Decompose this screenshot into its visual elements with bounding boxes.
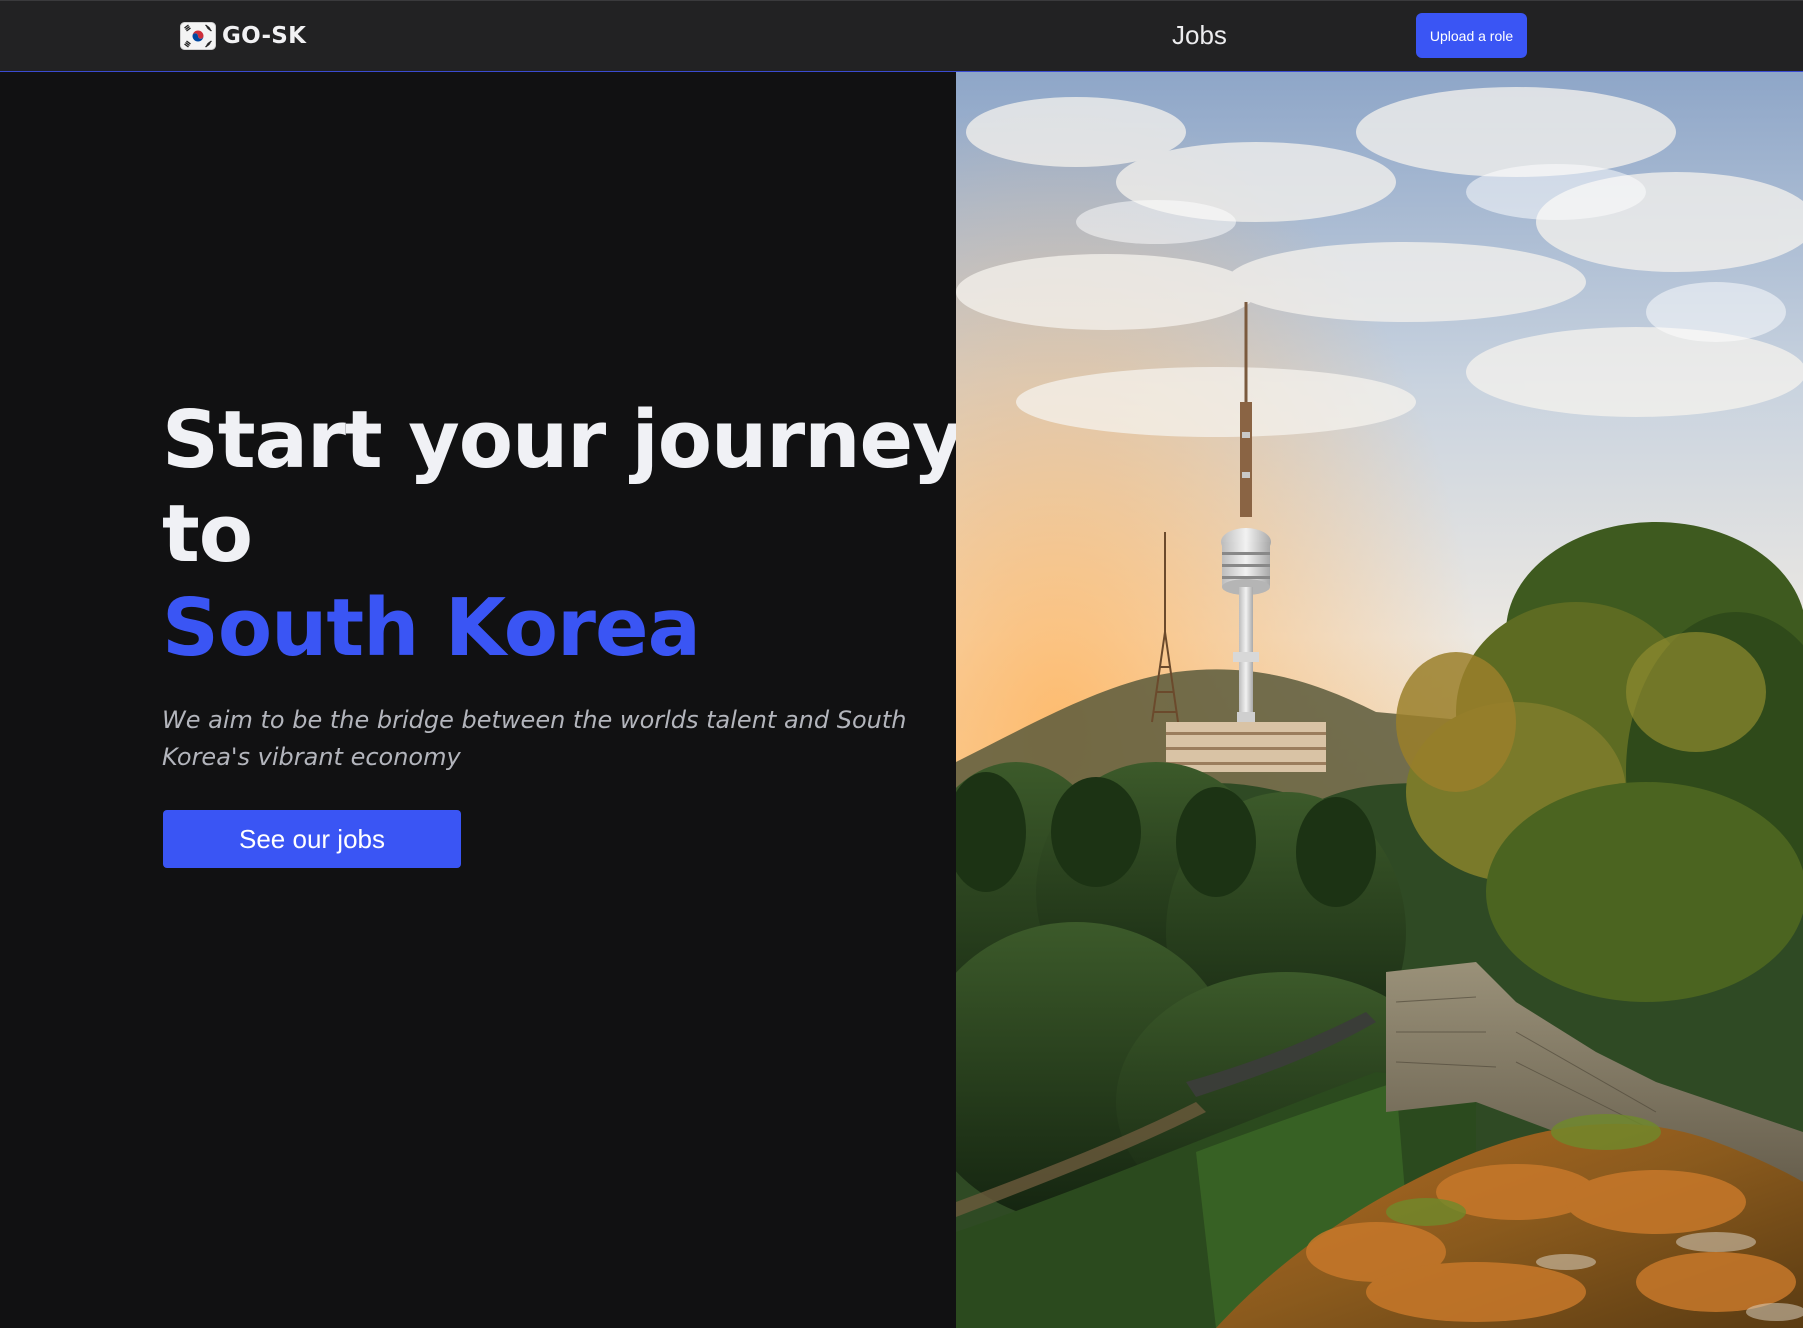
hero-headline: Start your journey to South Korea — [162, 393, 964, 675]
brand-logo-link[interactable]: GO-SK — [180, 21, 306, 51]
hero-photo-seoul-tower — [956, 72, 1803, 1328]
brand-name: GO-SK — [222, 23, 307, 49]
nav-link-jobs[interactable]: Jobs — [1172, 20, 1227, 51]
top-navigation-bar: GO-SK Jobs Upload a role — [0, 0, 1803, 72]
headline-accent: South Korea — [162, 582, 701, 674]
upload-role-button[interactable]: Upload a role — [1416, 13, 1527, 58]
hero-text-section — [0, 73, 956, 1328]
see-jobs-button[interactable]: See our jobs — [163, 810, 461, 868]
landing-page: GO-SK Jobs Upload a role Start your jour… — [0, 0, 1803, 1328]
headline-line-1: Start your journey — [162, 394, 964, 486]
hero-tagline: We aim to be the bridge between the worl… — [162, 706, 907, 771]
south-korea-flag-icon — [180, 22, 216, 50]
headline-line-2: to — [162, 488, 253, 580]
